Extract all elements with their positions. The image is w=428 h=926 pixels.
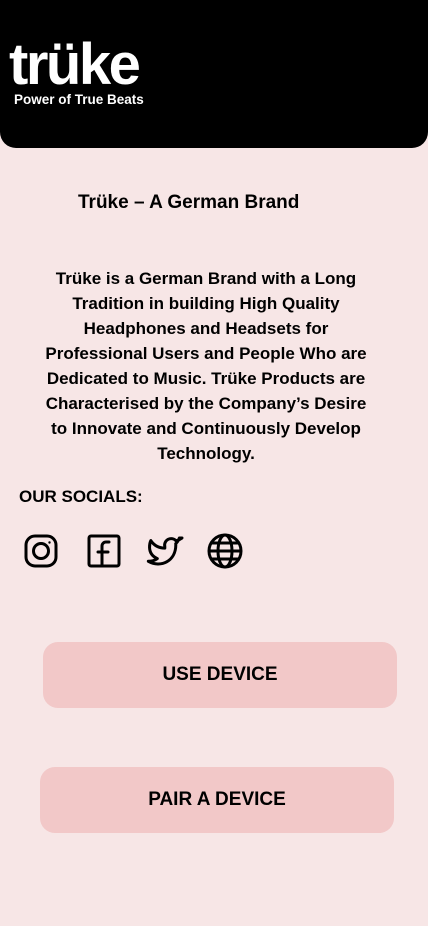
page-title: Trüke – A German Brand xyxy=(78,192,300,213)
pair-device-button[interactable]: PAIR A DEVICE xyxy=(40,767,394,833)
globe-icon[interactable] xyxy=(204,530,246,572)
logo-wordmark: trüke xyxy=(9,32,141,97)
truke-logo: trüke Power of True Beats xyxy=(9,36,171,112)
instagram-icon[interactable] xyxy=(20,530,62,572)
logo-tagline: Power of True Beats xyxy=(14,92,144,107)
facebook-icon[interactable] xyxy=(83,530,125,572)
twitter-icon[interactable] xyxy=(144,530,186,572)
brand-description: Trüke is a German Brand with a Long Trad… xyxy=(45,269,367,463)
use-device-button[interactable]: USE DEVICE xyxy=(43,642,397,708)
socials-heading: OUR SOCIALS: xyxy=(19,487,143,506)
app-header: trüke Power of True Beats xyxy=(0,0,428,148)
